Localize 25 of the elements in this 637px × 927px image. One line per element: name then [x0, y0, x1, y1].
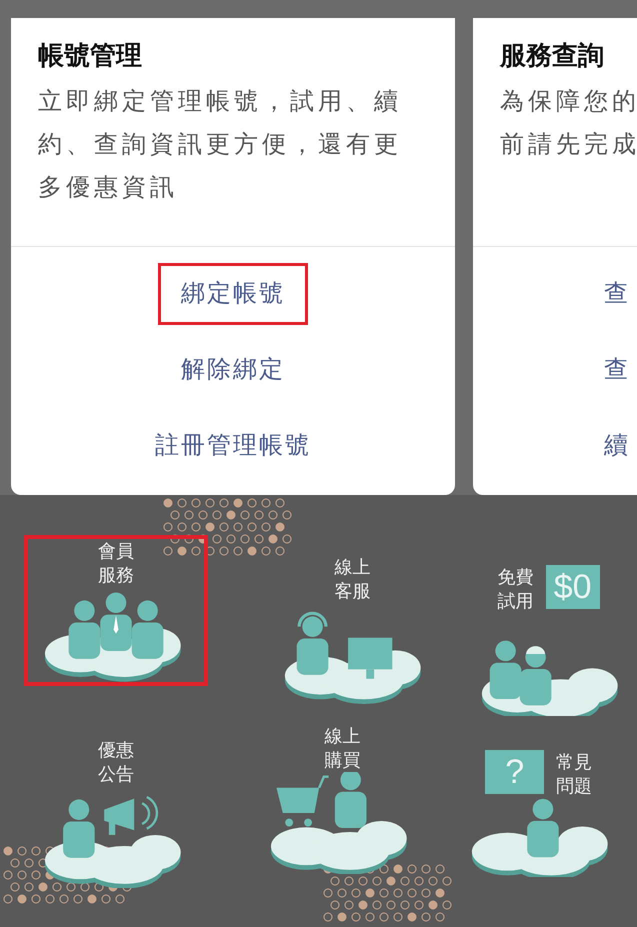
card-description: 為保障您的 — [500, 87, 637, 117]
price-badge: $0 — [546, 565, 600, 609]
card-title: 帳號管理 — [38, 39, 143, 72]
service-tile[interactable]: 線上 購買 — [250, 720, 434, 878]
card-description: 前請先完成 — [500, 130, 637, 160]
card-link[interactable]: 註冊管理帳號 — [132, 415, 334, 477]
service-tile[interactable]: 優惠 公告 — [24, 734, 208, 892]
service-label: 優惠 公告 — [98, 738, 134, 786]
card-link[interactable]: 解除綁定 — [158, 339, 308, 401]
service-tile[interactable]: 會員 服務 — [24, 535, 208, 686]
service-label: 常見 問題 — [556, 750, 592, 798]
card-link[interactable]: 續 — [601, 415, 633, 477]
service-tile[interactable]: 常見 問題 ? — [446, 746, 631, 881]
service-label: 線上 購買 — [324, 724, 360, 772]
service-label: 免費 試用 — [498, 566, 534, 613]
card-description: 立即綁定管理帳號，試用、續約、查詢資訊更方便，還有更多優惠資訊 — [38, 87, 403, 203]
card-link[interactable]: 綁定帳號 — [158, 263, 308, 325]
question-mark: ? — [485, 750, 544, 794]
card-title: 服務查詢 — [500, 39, 605, 72]
card-link[interactable]: 查 — [601, 263, 633, 325]
service-label: 會員 服務 — [98, 540, 134, 587]
service-tile[interactable]: 線上 客服 — [260, 551, 444, 710]
service-label: 線上 客服 — [334, 556, 370, 603]
service-tile[interactable]: 免費 試用 $0 — [456, 561, 637, 720]
card-link[interactable]: 查 — [601, 339, 633, 401]
